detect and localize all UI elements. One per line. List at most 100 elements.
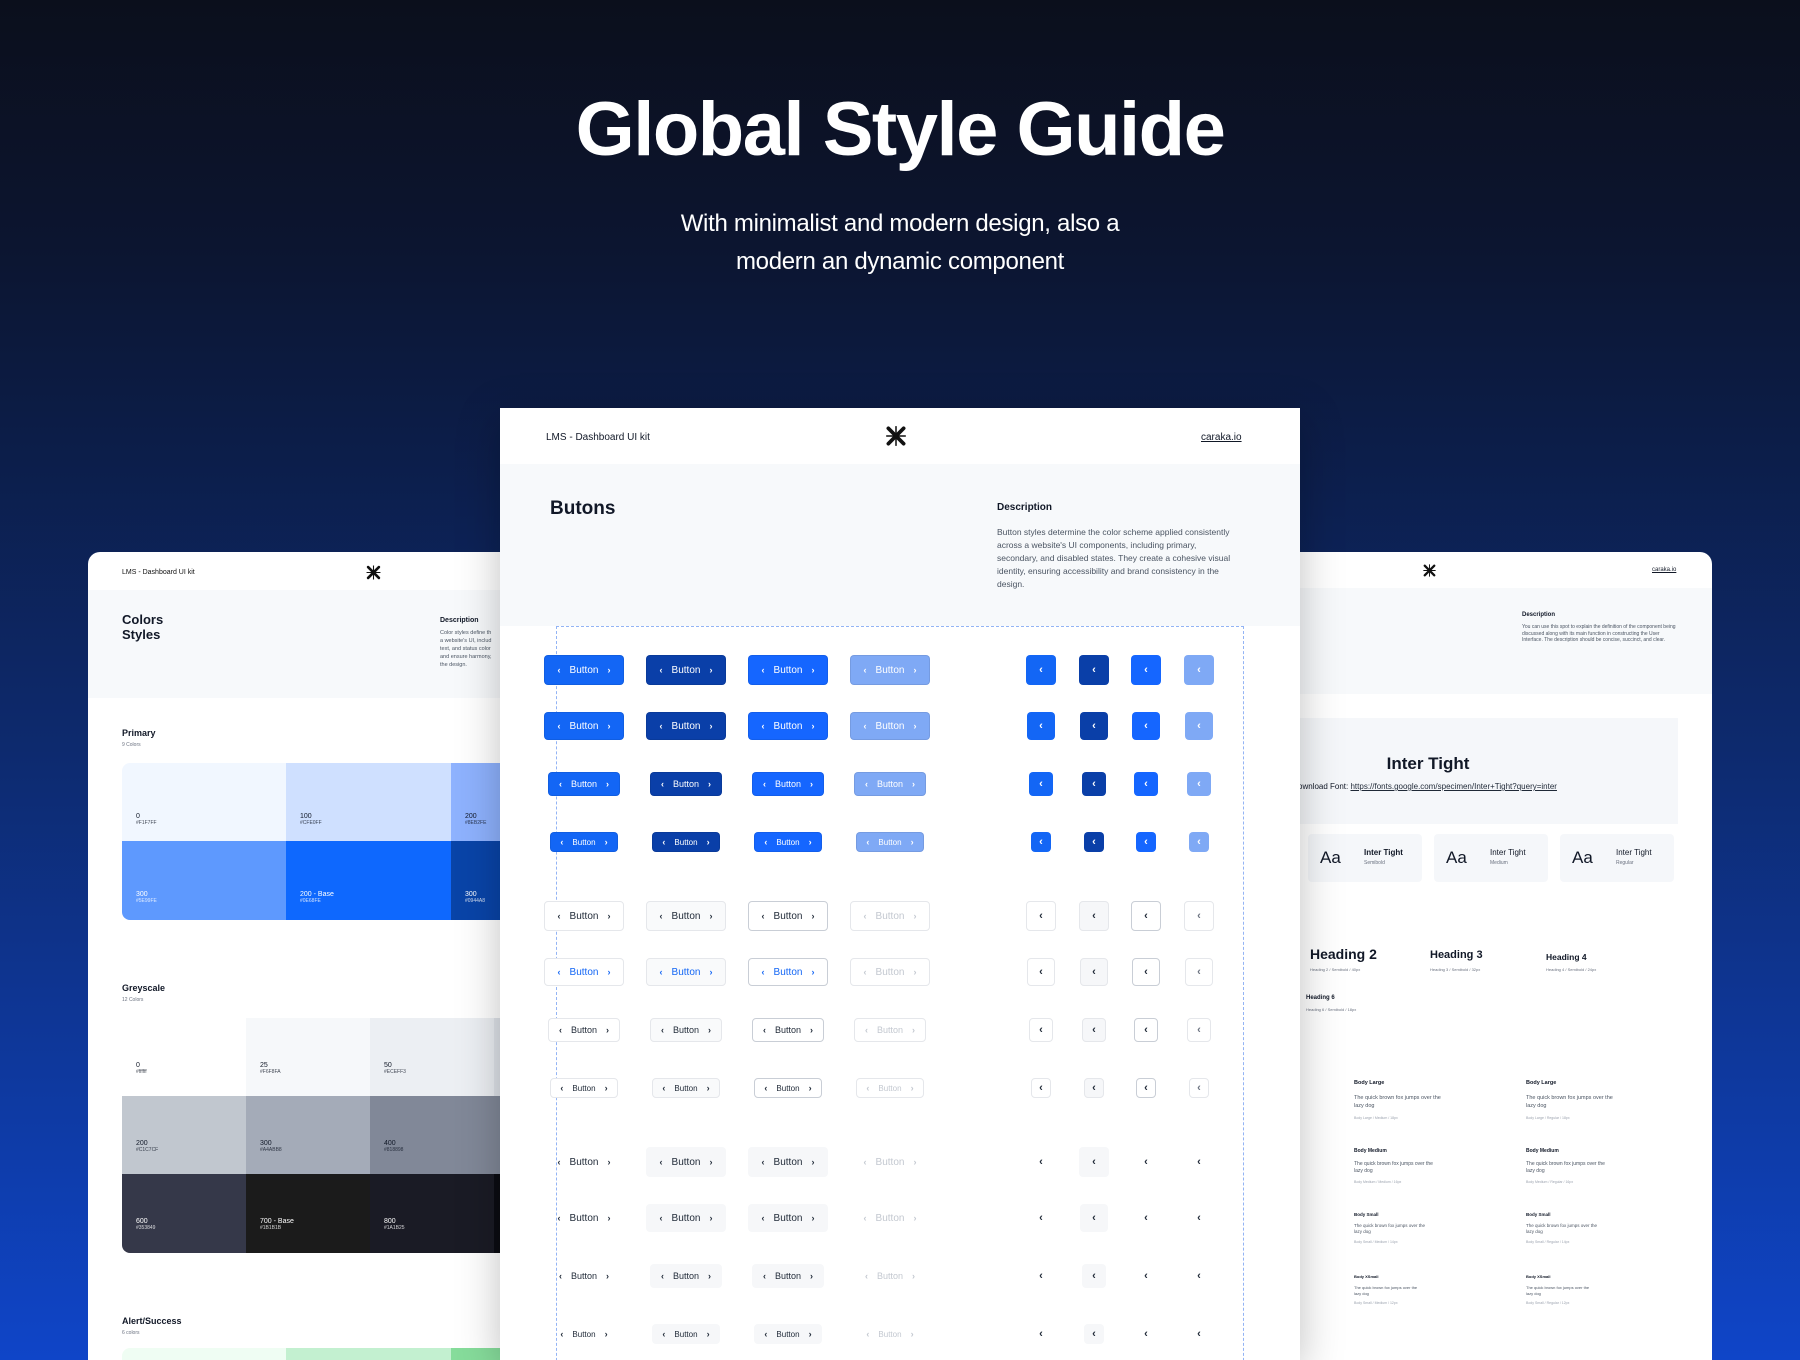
sample-button[interactable]: ‹ Button › xyxy=(854,1018,926,1042)
icon-button[interactable]: ‹ xyxy=(1131,1147,1161,1177)
icon-button[interactable]: ‹ xyxy=(1084,832,1104,852)
sample-button[interactable]: ‹ Button › xyxy=(748,958,828,986)
icon-button[interactable]: ‹ xyxy=(1187,1264,1211,1288)
icon-button[interactable]: ‹ xyxy=(1185,1204,1213,1232)
icon-button[interactable]: ‹ xyxy=(1136,1324,1156,1344)
icon-button[interactable]: ‹ xyxy=(1185,958,1213,986)
sample-button[interactable]: ‹ Button › xyxy=(544,958,624,986)
chevron-left-icon: ‹ xyxy=(1039,1328,1043,1340)
sample-button[interactable]: ‹ Button › xyxy=(754,1324,822,1344)
icon-button[interactable]: ‹ xyxy=(1131,655,1161,685)
site-link[interactable]: caraka.io xyxy=(1652,567,1676,573)
icon-button[interactable]: ‹ xyxy=(1187,772,1211,796)
sample-button[interactable]: ‹ Button › xyxy=(854,772,926,796)
icon-button[interactable]: ‹ xyxy=(1082,772,1106,796)
icon-button[interactable]: ‹ xyxy=(1027,1204,1055,1232)
sample-button[interactable]: ‹ Button › xyxy=(646,1147,726,1177)
sample-button[interactable]: ‹ Button › xyxy=(650,772,722,796)
sample-button[interactable]: ‹ Button › xyxy=(544,712,624,740)
icon-button[interactable]: ‹ xyxy=(1136,832,1156,852)
sample-button[interactable]: ‹ Button › xyxy=(850,901,930,931)
sample-button[interactable]: ‹ Button › xyxy=(544,901,624,931)
icon-button[interactable]: ‹ xyxy=(1027,712,1055,740)
icon-button[interactable]: ‹ xyxy=(1131,901,1161,931)
sample-button[interactable]: ‹ Button › xyxy=(646,655,726,685)
icon-button[interactable]: ‹ xyxy=(1026,1147,1056,1177)
sample-button[interactable]: ‹ Button › xyxy=(856,832,924,852)
sample-button[interactable]: ‹ Button › xyxy=(850,655,930,685)
sample-button[interactable]: ‹ Button › xyxy=(850,958,930,986)
icon-button[interactable]: ‹ xyxy=(1184,1147,1214,1177)
icon-button[interactable]: ‹ xyxy=(1082,1264,1106,1288)
icon-button[interactable]: ‹ xyxy=(1031,1078,1051,1098)
sample-button[interactable]: ‹ Button › xyxy=(544,655,624,685)
sample-button[interactable]: ‹ Button › xyxy=(854,1264,926,1288)
sample-button[interactable]: ‹ Button › xyxy=(856,1324,924,1344)
sample-button[interactable]: ‹ Button › xyxy=(748,712,828,740)
sample-button[interactable]: ‹ Button › xyxy=(548,1264,620,1288)
sample-button[interactable]: ‹ Button › xyxy=(752,1018,824,1042)
sample-button[interactable]: ‹ Button › xyxy=(650,1018,722,1042)
sample-button[interactable]: ‹ Button › xyxy=(752,772,824,796)
site-link[interactable]: caraka.io xyxy=(1201,432,1242,443)
icon-button[interactable]: ‹ xyxy=(1189,1324,1209,1344)
sample-button[interactable]: ‹ Button › xyxy=(754,832,822,852)
icon-button[interactable]: ‹ xyxy=(1079,1147,1109,1177)
sample-button[interactable]: ‹ Button › xyxy=(652,1078,720,1098)
sample-button[interactable]: ‹ Button › xyxy=(748,655,828,685)
icon-button[interactable]: ‹ xyxy=(1132,1204,1160,1232)
icon-button[interactable]: ‹ xyxy=(1132,958,1160,986)
sample-button[interactable]: ‹ Button › xyxy=(850,712,930,740)
icon-button[interactable]: ‹ xyxy=(1134,1018,1158,1042)
sample-button[interactable]: ‹ Button › xyxy=(550,832,618,852)
icon-button[interactable]: ‹ xyxy=(1082,1018,1106,1042)
icon-button[interactable]: ‹ xyxy=(1029,1018,1053,1042)
sample-button[interactable]: ‹ Button › xyxy=(550,1324,618,1344)
sample-button[interactable]: ‹ Button › xyxy=(748,1147,828,1177)
icon-button[interactable]: ‹ xyxy=(1084,1324,1104,1344)
sample-button[interactable]: ‹ Button › xyxy=(544,1204,624,1232)
icon-button[interactable]: ‹ xyxy=(1189,832,1209,852)
sample-button[interactable]: ‹ Button › xyxy=(544,1147,624,1177)
sample-button[interactable]: ‹ Button › xyxy=(646,712,726,740)
icon-button[interactable]: ‹ xyxy=(1026,901,1056,931)
sample-button[interactable]: ‹ Button › xyxy=(652,832,720,852)
sample-button[interactable]: ‹ Button › xyxy=(646,901,726,931)
sample-button[interactable]: ‹ Button › xyxy=(856,1078,924,1098)
icon-button[interactable]: ‹ xyxy=(1029,1264,1053,1288)
sample-button[interactable]: ‹ Button › xyxy=(748,1204,828,1232)
icon-button[interactable]: ‹ xyxy=(1134,772,1158,796)
icon-button[interactable]: ‹ xyxy=(1187,1018,1211,1042)
icon-button[interactable]: ‹ xyxy=(1184,655,1214,685)
icon-button[interactable]: ‹ xyxy=(1134,1264,1158,1288)
icon-button[interactable]: ‹ xyxy=(1080,1204,1108,1232)
sample-button[interactable]: ‹ Button › xyxy=(754,1078,822,1098)
sample-button[interactable]: ‹ Button › xyxy=(646,1204,726,1232)
icon-button[interactable]: ‹ xyxy=(1031,832,1051,852)
sample-button[interactable]: ‹ Button › xyxy=(748,901,828,931)
icon-button[interactable]: ‹ xyxy=(1184,901,1214,931)
sample-button[interactable]: ‹ Button › xyxy=(548,1018,620,1042)
sample-button[interactable]: ‹ Button › xyxy=(850,1204,930,1232)
icon-button[interactable]: ‹ xyxy=(1027,958,1055,986)
icon-button[interactable]: ‹ xyxy=(1136,1078,1156,1098)
icon-button[interactable]: ‹ xyxy=(1079,655,1109,685)
icon-button[interactable]: ‹ xyxy=(1031,1324,1051,1344)
icon-button[interactable]: ‹ xyxy=(1029,772,1053,796)
sample-button[interactable]: ‹ Button › xyxy=(646,958,726,986)
download-link[interactable]: https://fonts.google.com/specimen/Inter+… xyxy=(1350,782,1556,791)
sample-button[interactable]: ‹ Button › xyxy=(548,772,620,796)
sample-button[interactable]: ‹ Button › xyxy=(550,1078,618,1098)
icon-button[interactable]: ‹ xyxy=(1189,1078,1209,1098)
icon-button[interactable]: ‹ xyxy=(1026,655,1056,685)
sample-button[interactable]: ‹ Button › xyxy=(652,1324,720,1344)
icon-button[interactable]: ‹ xyxy=(1084,1078,1104,1098)
icon-button[interactable]: ‹ xyxy=(1080,958,1108,986)
sample-button[interactable]: ‹ Button › xyxy=(850,1147,930,1177)
icon-button[interactable]: ‹ xyxy=(1079,901,1109,931)
sample-button[interactable]: ‹ Button › xyxy=(752,1264,824,1288)
sample-button[interactable]: ‹ Button › xyxy=(650,1264,722,1288)
icon-button[interactable]: ‹ xyxy=(1185,712,1213,740)
icon-button[interactable]: ‹ xyxy=(1132,712,1160,740)
icon-button[interactable]: ‹ xyxy=(1080,712,1108,740)
